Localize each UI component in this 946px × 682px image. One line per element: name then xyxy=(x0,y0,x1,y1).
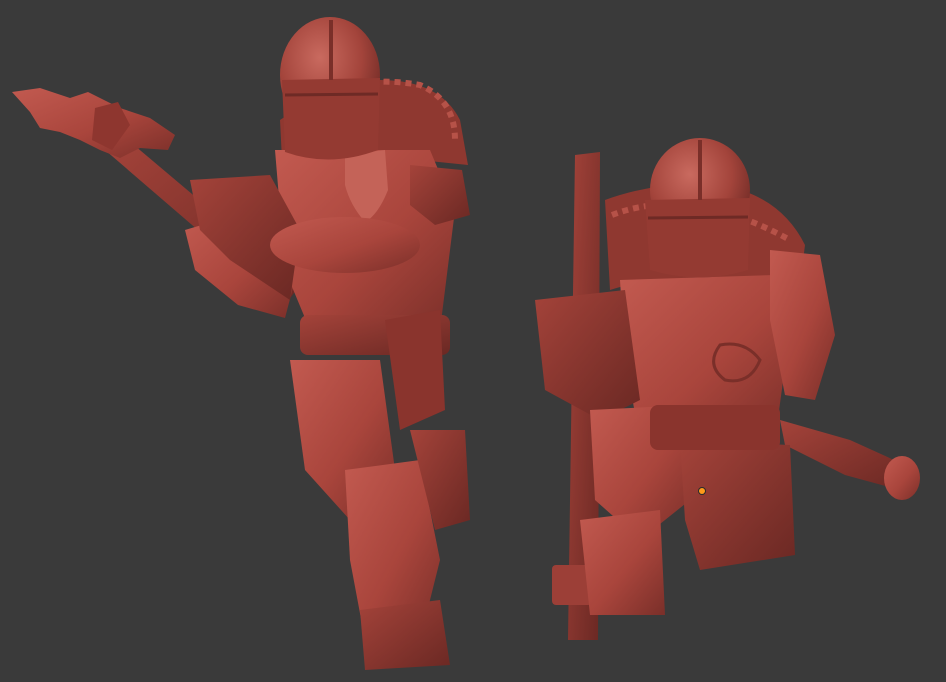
armored-soldier-with-axe[interactable] xyxy=(12,17,470,670)
left-boot xyxy=(360,600,450,670)
object-origin-marker[interactable] xyxy=(699,488,705,494)
double-headed-axe-icon xyxy=(12,88,175,158)
armored-soldier-with-mace[interactable] xyxy=(535,138,920,640)
3d-viewport[interactable] xyxy=(0,0,946,682)
sculpt-render xyxy=(12,17,920,670)
